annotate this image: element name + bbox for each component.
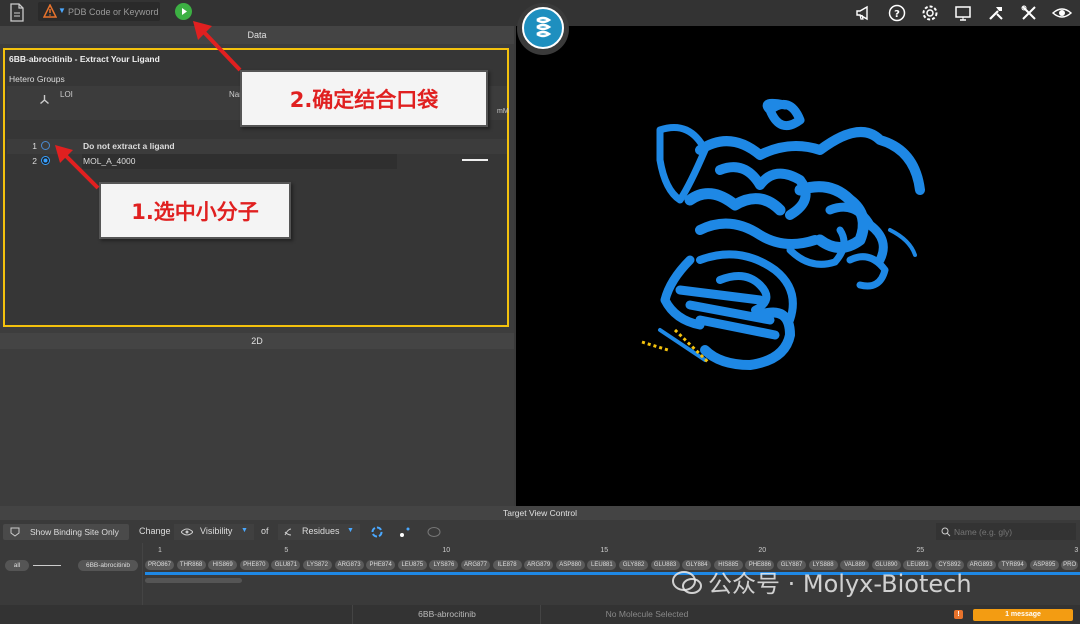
help-icon[interactable]: ? — [887, 3, 907, 23]
row-number: 1 — [32, 141, 37, 151]
residue-pill[interactable]: PHE870 — [239, 560, 269, 570]
arrow-to-radio-icon — [55, 145, 100, 190]
sequence-tick: 20 — [758, 547, 767, 554]
ligand-structure-icon — [40, 95, 49, 105]
residue-pill[interactable]: PRO — [1061, 560, 1078, 570]
residue-pill[interactable]: GLY882 — [619, 560, 648, 570]
tools-icon[interactable] — [1019, 3, 1039, 23]
search-icon — [941, 527, 951, 537]
sequence-tick: 3 — [1074, 547, 1079, 554]
residue-search[interactable] — [936, 523, 1076, 540]
chevron-down-icon: ▼ — [241, 527, 248, 534]
logo-icon — [536, 16, 552, 38]
sequence-tick: 5 — [284, 547, 289, 554]
target-view-controls: Show Binding Site Only Change Visibility… — [0, 520, 1080, 543]
chevron-down-icon[interactable]: ▼ — [58, 6, 66, 15]
residue-pill[interactable]: PRO867 — [145, 560, 174, 570]
wechat-icon — [672, 571, 702, 594]
shield-icon — [10, 527, 20, 537]
step1-callout: 1.选中小分子 — [99, 182, 291, 239]
data-section-header[interactable]: Data — [0, 26, 514, 44]
style-icon[interactable] — [399, 526, 411, 538]
app-logo — [517, 3, 569, 55]
residue-pill[interactable]: LYS876 — [429, 560, 459, 570]
row-radio[interactable] — [41, 141, 50, 150]
residue-pill[interactable]: LYS872 — [303, 560, 332, 570]
box-title: 6BB-abrocitinib - Extract Your Ligand — [9, 54, 160, 64]
residue-pill[interactable]: TYR894 — [998, 560, 1028, 570]
residue-pill[interactable]: ASP895 — [1029, 560, 1059, 570]
residue-search-input[interactable] — [954, 523, 1069, 540]
sequence-tick: 1 — [158, 547, 162, 554]
sequence-tick: 15 — [600, 547, 609, 554]
show-binding-site-button[interactable]: Show Binding Site Only — [3, 524, 129, 540]
row-radio-selected[interactable] — [41, 156, 50, 165]
svg-text:?: ? — [894, 9, 900, 20]
sequence-labels: all 6BB-abrocitinib — [0, 543, 143, 605]
protein-ribbon — [641, 98, 925, 370]
residue-pill[interactable]: GLU871 — [271, 560, 301, 570]
row-number: 2 — [32, 156, 37, 166]
residue-pill[interactable]: ARG879 — [524, 560, 554, 570]
status-molecule: 6BB-abrocitinib — [352, 605, 541, 624]
residue-pill[interactable]: ARG877 — [461, 560, 490, 570]
residue-pill[interactable]: ASP880 — [555, 560, 585, 570]
col-unit: mM — [497, 108, 509, 115]
residues-label: Residues — [302, 526, 340, 536]
3d-viewer[interactable] — [516, 26, 1080, 506]
monitor-icon[interactable] — [953, 3, 973, 23]
surface-icon[interactable] — [427, 526, 441, 538]
2d-section-header[interactable]: 2D — [0, 333, 514, 349]
status-selection: No Molecule Selected — [540, 605, 753, 624]
of-label: of — [261, 526, 269, 536]
arrow-to-run-icon — [193, 21, 242, 72]
sequence-tick: 25 — [916, 547, 925, 554]
sequence-scrollbar[interactable] — [145, 578, 242, 583]
messages-button[interactable]: 1 message — [973, 609, 1073, 621]
megaphone-icon[interactable] — [854, 3, 874, 23]
residue-pill[interactable]: LEU875 — [397, 560, 427, 570]
settings-icon[interactable] — [920, 3, 940, 23]
warning-icon — [43, 4, 57, 18]
eye-icon[interactable] — [1052, 3, 1072, 23]
visibility-label: Visibility — [200, 526, 233, 536]
residue-pill[interactable]: ARG873 — [334, 560, 364, 570]
target-view-header[interactable]: Target View Control — [0, 506, 1080, 520]
residue-pill[interactable]: ILE878 — [492, 560, 522, 570]
status-bar: 6BB-abrocitinib No Molecule Selected ! 1… — [0, 605, 1080, 624]
eye-icon — [181, 528, 193, 536]
visibility-dropdown[interactable]: Visibility ▼ — [174, 524, 254, 540]
all-chains-pill[interactable]: all — [5, 560, 29, 571]
pdb-search-input[interactable] — [68, 2, 158, 21]
file-icon[interactable] — [9, 3, 25, 22]
chevron-down-icon: ▼ — [347, 527, 354, 534]
residue-pill[interactable]: THR868 — [176, 560, 206, 570]
build-tools-icon[interactable] — [986, 3, 1006, 23]
col-loi: LOI — [60, 90, 73, 99]
divider — [33, 565, 61, 566]
residue-pill[interactable]: PHE874 — [366, 560, 396, 570]
residue-pill[interactable]: LEU881 — [587, 560, 617, 570]
watermark-text: 公众号 · Molyx-Biotech — [708, 570, 972, 598]
residue-pill[interactable]: HIS869 — [208, 560, 238, 570]
residues-dropdown[interactable]: Residues ▼ — [278, 524, 360, 540]
watermark: 公众号 · Molyx-Biotech — [672, 564, 972, 599]
affinity-ruler-icon — [462, 159, 488, 161]
hetero-groups-label: Hetero Groups — [9, 74, 65, 84]
residue-icon — [284, 528, 292, 536]
sequence-tick: 10 — [442, 547, 451, 554]
color-wheel-icon[interactable] — [371, 526, 383, 538]
chain-pill[interactable]: 6BB-abrocitinib — [78, 560, 138, 571]
pdb-search[interactable]: ▼ — [38, 2, 160, 21]
show-binding-label: Show Binding Site Only — [30, 527, 119, 537]
step2-callout: 2.确定结合口袋 — [240, 70, 488, 127]
change-label: Change — [139, 526, 171, 536]
warning-count-badge[interactable]: ! — [954, 610, 963, 619]
